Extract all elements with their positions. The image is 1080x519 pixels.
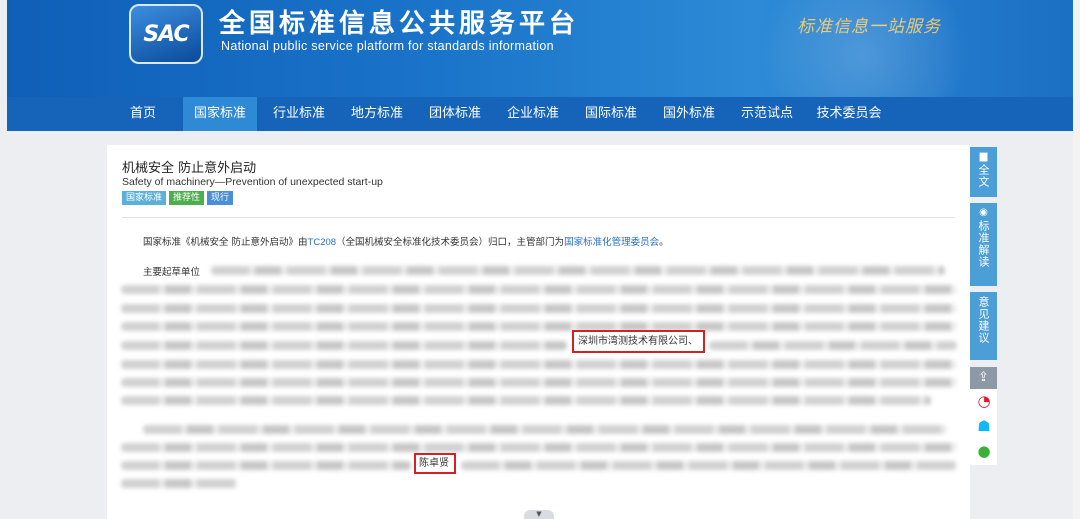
authority-link[interactable]: 国家标准化管理委员会 [564, 237, 659, 248]
standard-title: 机械安全 防止意外启动 [122, 161, 257, 176]
divider [122, 217, 955, 218]
nav-item-foreign-standards[interactable]: 国外标准 [655, 97, 723, 131]
standard-title-en: Safety of machinery—Prevention of unexpe… [122, 176, 383, 188]
fulltext-button[interactable]: ▆ 全文 [970, 147, 997, 197]
highlighted-drafter: 陈卓贤 [414, 453, 456, 474]
nav-item-national-standards[interactable]: 国家标准 [183, 97, 257, 131]
nav-item-pilot-demo[interactable]: 示范试点 [733, 97, 801, 131]
wechat-icon[interactable]: ● [974, 441, 994, 461]
nav-item-local-standards[interactable]: 地方标准 [343, 97, 411, 131]
interpretation-label: 标准解读 [977, 220, 990, 268]
standard-detail-card: 机械安全 防止意外启动 Safety of machinery—Preventi… [107, 145, 970, 519]
desc-prefix: 国家标准《机械安全 防止意外启动》由 [143, 237, 308, 248]
blurred-text [121, 341, 567, 350]
header-banner: SAC 全国标准信息公共服务平台 National public service… [7, 0, 1073, 97]
blurred-text [461, 461, 957, 470]
standard-description: 国家标准《机械安全 防止意外启动》由TC208（全国机械安全标准化技术委员会）归… [143, 234, 669, 248]
blurred-text [121, 378, 957, 387]
blurred-text [121, 360, 957, 369]
blurred-text [121, 461, 411, 470]
scroll-down-icon[interactable]: ▼ [524, 510, 554, 519]
nav-item-industry-standards[interactable]: 行业标准 [265, 97, 333, 131]
standard-tags: 国家标准 推荐性 现行 [122, 191, 234, 205]
header-slogan: 标准信息一站服务 [797, 17, 941, 37]
tag-national-standard: 国家标准 [122, 191, 167, 205]
blurred-text [143, 425, 947, 434]
nav-item-international-standards[interactable]: 国际标准 [577, 97, 645, 131]
sac-logo[interactable]: SAC [129, 4, 203, 64]
page-scrollbar[interactable] [1073, 0, 1080, 519]
desc-suffix: 。 [659, 237, 669, 248]
qq-icon[interactable]: ☗ [974, 416, 994, 436]
circle-icon: ◉ [979, 207, 988, 218]
blurred-text [121, 443, 957, 452]
feedback-button[interactable]: 意见建议 [970, 292, 997, 360]
highlighted-drafting-unit: 深圳市湾测技术有限公司、 [572, 330, 705, 353]
site-title: 全国标准信息公共服务平台 [219, 9, 580, 39]
nav-item-enterprise-standards[interactable]: 企业标准 [499, 97, 567, 131]
feedback-label: 意见建议 [977, 296, 990, 344]
site-subtitle: National public service platform for sta… [221, 39, 554, 53]
blurred-text [121, 285, 957, 294]
drafters-label: 主要起草单位 [143, 267, 201, 278]
blurred-text [121, 322, 957, 331]
highlighted-unit-text: 深圳市湾测技术有限公司 [578, 336, 688, 347]
interpretation-button[interactable]: ◉ 标准解读 [970, 203, 997, 286]
document-icon: ▆ [979, 151, 988, 162]
blurred-text [211, 266, 945, 275]
main-nav: 首页 国家标准 行业标准 地方标准 团体标准 企业标准 国际标准 国外标准 示范… [7, 97, 1073, 131]
highlighted-unit-suffix: 、 [688, 336, 698, 347]
share-icon[interactable]: ⇪ [970, 367, 997, 389]
blurred-text [709, 341, 957, 350]
weibo-icon[interactable]: ◔ [974, 391, 994, 411]
committee-link[interactable]: TC208 [308, 237, 337, 248]
desc-middle: （全国机械安全标准化技术委员会）归口，主管部门为 [336, 237, 565, 248]
tag-recommended: 推荐性 [169, 191, 205, 205]
blurred-text [121, 304, 957, 313]
blurred-text [121, 396, 931, 405]
fulltext-label: 全文 [977, 164, 990, 188]
nav-item-home[interactable]: 首页 [117, 97, 169, 131]
nav-item-tech-committees[interactable]: 技术委员会 [809, 97, 889, 131]
nav-item-group-standards[interactable]: 团体标准 [421, 97, 489, 131]
tag-current: 现行 [207, 191, 234, 205]
share-panel: ⇪ ◔ ☗ ● [970, 367, 997, 465]
blurred-text [121, 479, 237, 488]
